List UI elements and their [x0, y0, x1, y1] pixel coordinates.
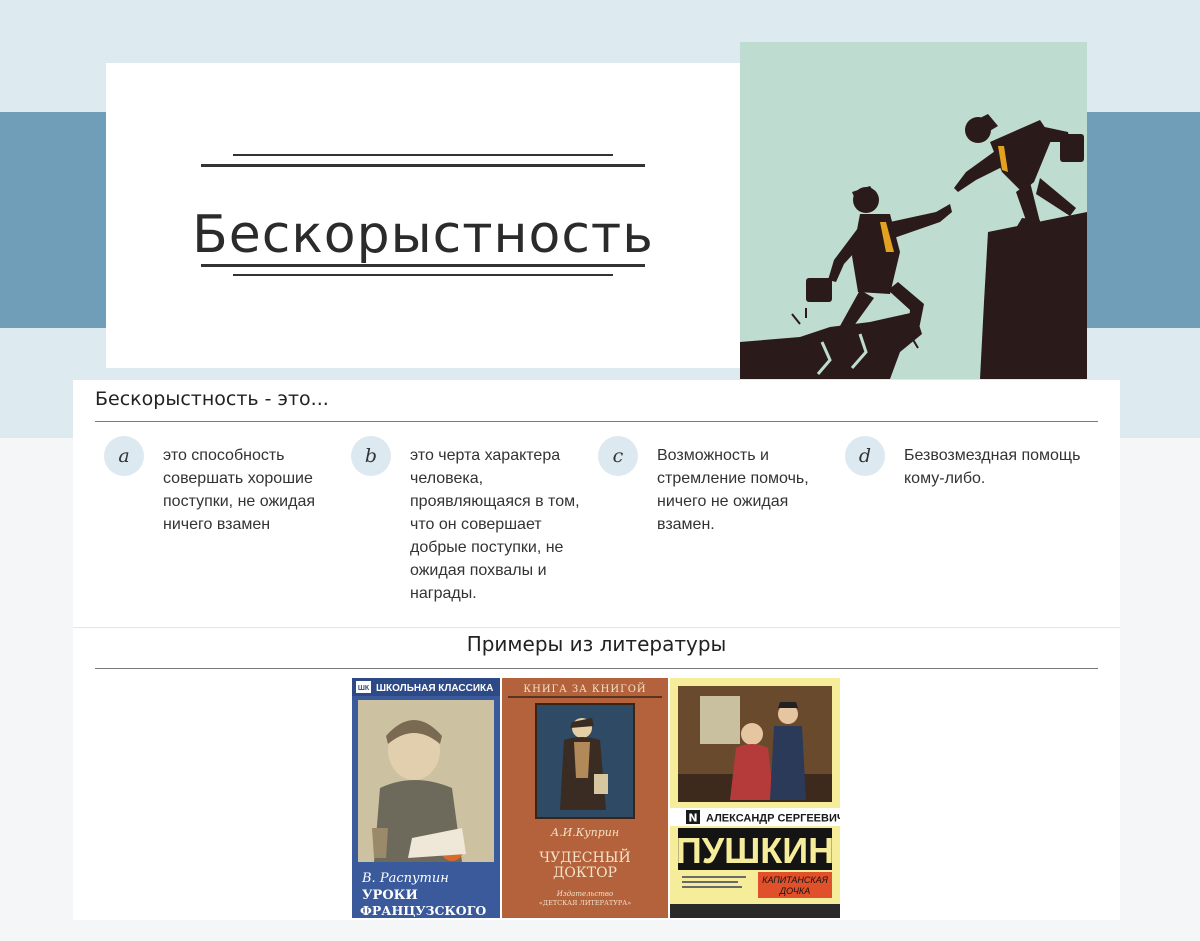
definition-text: это черта характера человека, проявляюща…	[410, 447, 580, 602]
definition-text: Безвозмездная помощь кому-либо.	[904, 447, 1081, 487]
title-card: Бескорыстность	[106, 63, 740, 368]
book-title-line2: ДОКТОР	[553, 865, 617, 881]
definitions-divider	[95, 421, 1098, 422]
book-cover-kapitanskaya-dochka[interactable]: N АЛЕКСАНДР СЕРГЕЕВИЧ ПУШКИН КАПИТАНСКАЯ…	[670, 678, 840, 918]
book-series: КНИГА ЗА КНИГОЙ	[523, 683, 646, 695]
book-publisher-line2: «ДЕТСКАЯ ЛИТЕРАТУРА»	[539, 899, 631, 907]
series-mark: ШК	[358, 685, 370, 692]
definition-text: это способность совершать хорошие поступ…	[163, 447, 315, 533]
definition-letter-badge: d	[845, 436, 885, 476]
book-author: АЛЕКСАНДР СЕРГЕЕВИЧ	[706, 813, 840, 825]
definition-letter-badge: c	[598, 436, 638, 476]
literature-divider	[95, 668, 1098, 669]
title-rule-bottom-thin	[233, 274, 613, 276]
series-mark: N	[688, 812, 697, 825]
title-rule-top-thin	[233, 154, 613, 156]
definition-letter-badge: a	[104, 436, 144, 476]
book-title-line2: ДОЧКА	[779, 886, 810, 896]
section-separator	[73, 627, 1120, 628]
book-author-surname: ПУШКИН	[676, 830, 834, 871]
book-cover-chudesnyi-doktor[interactable]: КНИГА ЗА КНИГОЙ А.И.Куприн ЧУДЕСНЫЙ ДОКТ…	[502, 678, 668, 918]
book-cover-uroki-francuzskogo[interactable]: ШК ШКОЛЬНАЯ КЛАССИКА В. Распутин УРОКИ Ф…	[352, 678, 500, 918]
definitions-heading: Бескорыстность - это...	[95, 388, 329, 410]
book-title-line1: УРОКИ	[362, 888, 418, 903]
title-rule-top-thick	[201, 164, 645, 167]
content-card: Бескорыстность - это... a это способност…	[73, 380, 1120, 920]
book-title-line1: КАПИТАНСКАЯ	[762, 875, 829, 885]
book-author: В. Распутин	[361, 871, 449, 886]
helping-hand-cliff-icon	[740, 42, 1087, 379]
book-title-line2: ФРАНЦУЗСКОГО	[360, 903, 486, 918]
title-rule-bottom-thick	[201, 264, 645, 267]
book-series: ШКОЛЬНАЯ КЛАССИКА	[376, 683, 493, 694]
definition-letter-badge: b	[351, 436, 391, 476]
book-author: А.И.Куприн	[550, 826, 619, 839]
helping-hand-illustration	[740, 42, 1087, 379]
book-publisher-line1: Издательство	[556, 890, 613, 898]
page-title: Бескорыстность	[192, 205, 654, 265]
literature-heading: Примеры из литературы	[466, 632, 727, 656]
definition-text: Возможность и стремление помочь, ничего …	[657, 447, 809, 533]
book-title-line1: ЧУДЕСНЫЙ	[539, 847, 630, 866]
